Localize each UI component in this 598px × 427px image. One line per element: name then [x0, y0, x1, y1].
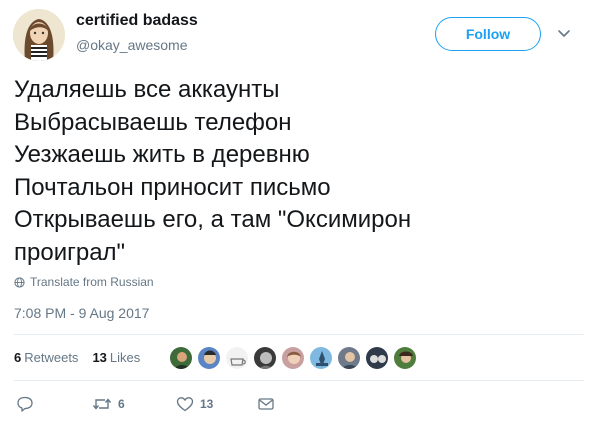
author-avatar[interactable]	[13, 9, 65, 61]
envelope-icon	[258, 398, 274, 410]
tweet-text-line: Выбрасываешь телефон	[14, 108, 292, 136]
direct-message-button[interactable]	[257, 396, 275, 412]
likes-label: Likes	[109, 350, 141, 365]
tweet-text-line: проиграл"	[14, 238, 126, 266]
retweet-icon	[92, 398, 112, 410]
tweet-actions: 6 13	[14, 396, 314, 418]
likes-count: 13	[92, 350, 107, 365]
reply-icon	[17, 396, 33, 412]
likes-stat[interactable]: 13 Likes	[92, 350, 140, 365]
retweet-count: 6	[118, 397, 125, 411]
like-count: 13	[200, 397, 214, 411]
avatar-illustration-icon	[13, 9, 65, 61]
reply-button[interactable]	[16, 396, 34, 412]
tweet-text-line: Уезжаешь жить в деревню	[14, 141, 310, 168]
translate-label: Translate from Russian	[30, 275, 154, 289]
divider	[14, 380, 584, 381]
tweet: certified badass @okay_awesome Follow Уд…	[0, 0, 598, 427]
liker-avatar[interactable]	[365, 346, 389, 370]
liker-avatar[interactable]	[253, 346, 277, 370]
retweet-button[interactable]: 6	[92, 396, 125, 412]
chevron-down-icon[interactable]	[556, 27, 572, 41]
tweet-text-line: Открываешь его, а там "Оксимирон	[14, 206, 412, 233]
author-handle[interactable]: @okay_awesome	[76, 37, 188, 53]
translate-link[interactable]: Translate from Russian	[14, 275, 154, 289]
tweet-text-line: Удаляешь все аккаунты	[14, 76, 280, 103]
tweet-text: Удаляешь все аккаунты Выбрасываешь телеф…	[14, 74, 574, 269]
liker-avatar[interactable]	[281, 346, 305, 370]
liker-avatar[interactable]	[225, 346, 249, 370]
liker-avatar[interactable]	[337, 346, 361, 370]
retweets-count: 6	[14, 350, 22, 365]
liker-avatar[interactable]	[197, 346, 221, 370]
liker-avatars	[169, 346, 421, 370]
follow-button[interactable]: Follow	[435, 17, 541, 51]
follow-button-label: Follow	[465, 26, 511, 42]
retweets-label: Retweets	[24, 350, 79, 365]
liker-avatar[interactable]	[393, 346, 417, 370]
tweet-text-line: Почтальон приносит письмо	[14, 173, 331, 201]
heart-icon	[176, 397, 194, 412]
tweet-timestamp[interactable]: 7:08 PM - 9 Aug 2017	[14, 305, 149, 321]
author-display-name[interactable]: certified badass	[76, 12, 198, 30]
globe-icon	[14, 276, 25, 288]
tweet-stats: 6 Retweets 13 Likes	[14, 350, 154, 365]
like-button[interactable]: 13	[176, 396, 213, 412]
retweets-stat[interactable]: 6 Retweets	[14, 350, 78, 365]
liker-avatar[interactable]	[169, 346, 193, 370]
liker-avatar[interactable]	[309, 346, 333, 370]
divider	[14, 334, 584, 335]
